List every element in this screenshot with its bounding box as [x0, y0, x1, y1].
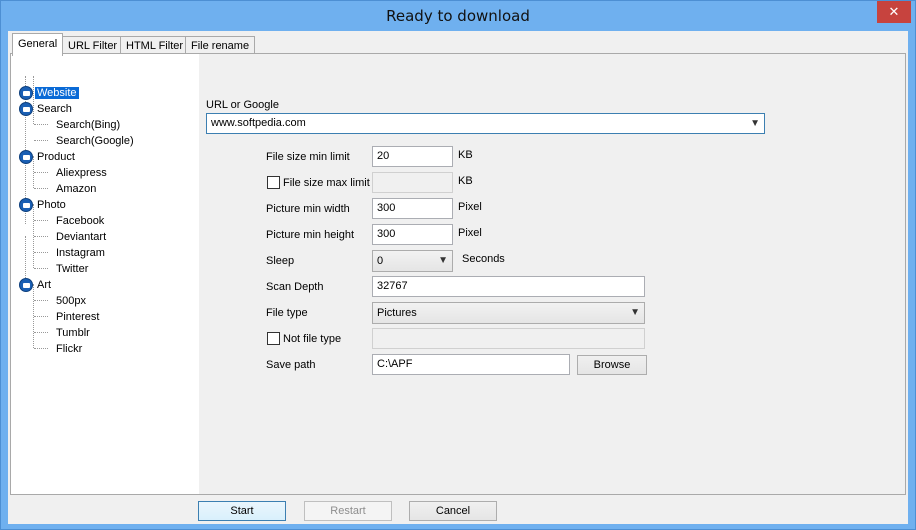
sleep-select[interactable]: 0 ▼ — [372, 250, 453, 272]
chevron-down-icon[interactable]: ▼ — [630, 303, 640, 322]
file-type-select[interactable]: Pictures ▼ — [372, 302, 645, 324]
tree-item-500px[interactable]: 500px — [54, 293, 88, 309]
picture-min-height-input[interactable]: 300 — [372, 224, 453, 245]
file-size-min-input[interactable]: 20 — [372, 146, 453, 167]
save-path-label: Save path — [266, 359, 316, 371]
tree-line — [34, 300, 48, 301]
folder-icon — [19, 150, 33, 164]
tree-item-instagram[interactable]: Instagram — [54, 245, 107, 261]
browse-button[interactable]: Browse — [577, 355, 647, 375]
picture-min-width-label: Picture min width — [266, 203, 350, 215]
tree-item-art[interactable]: Art — [35, 277, 53, 293]
url-combobox[interactable]: www.softpedia.com ▼ — [206, 113, 765, 134]
picture-min-width-unit: Pixel — [458, 201, 482, 213]
not-file-type-label: Not file type — [283, 333, 342, 345]
picture-min-height-unit: Pixel — [458, 227, 482, 239]
file-type-label: File type — [266, 307, 308, 319]
tree-item-product[interactable]: Product — [35, 149, 77, 165]
chevron-down-icon[interactable]: ▼ — [438, 251, 448, 270]
sleep-value: 0 — [377, 255, 384, 267]
tree-line — [34, 332, 48, 333]
folder-icon — [19, 278, 33, 292]
tree-line — [34, 140, 48, 141]
title-bar[interactable]: Ready to download ✕ — [1, 1, 915, 31]
file-size-min-unit: KB — [458, 149, 473, 161]
chevron-down-icon[interactable]: ▼ — [750, 114, 760, 133]
tree-line — [34, 316, 48, 317]
tab-general[interactable]: General — [12, 33, 64, 56]
url-label: URL or Google — [206, 99, 279, 111]
tree-item-photo[interactable]: Photo — [35, 197, 68, 213]
sleep-unit: Seconds — [462, 253, 505, 265]
tree-item-search[interactable]: Search — [35, 101, 74, 117]
tree-item-tumblr[interactable]: Tumblr — [54, 325, 92, 341]
file-size-max-label: File size max limit — [283, 177, 370, 189]
file-size-min-label: File size min limit — [266, 151, 350, 163]
start-button[interactable]: Start — [198, 501, 286, 521]
picture-min-width-input[interactable]: 300 — [372, 198, 453, 219]
tree-item-search-bing[interactable]: Search(Bing) — [54, 117, 122, 133]
app-window: Ready to download ✕ General URL Filter H… — [0, 0, 916, 530]
tree-line — [34, 236, 48, 237]
url-value: www.softpedia.com — [211, 117, 306, 129]
close-icon[interactable]: ✕ — [877, 1, 911, 23]
folder-icon — [19, 86, 33, 100]
category-tree[interactable]: Website Search Search(Bing) Search(Googl… — [11, 54, 199, 494]
bottom-button-bar: Start Restart Cancel — [8, 495, 908, 524]
file-size-max-input[interactable] — [372, 172, 453, 193]
folder-icon — [19, 198, 33, 212]
tree-item-search-google[interactable]: Search(Google) — [54, 133, 136, 149]
tree-line — [34, 268, 48, 269]
tree-item-flickr[interactable]: Flickr — [54, 341, 84, 357]
tree-line — [34, 124, 48, 125]
general-tab-page: Website Search Search(Bing) Search(Googl… — [10, 53, 906, 495]
tree-item-deviantart[interactable]: Deviantart — [54, 229, 108, 245]
file-type-value: Pictures — [377, 307, 417, 319]
not-file-type-checkbox[interactable] — [267, 332, 280, 345]
file-size-max-unit: KB — [458, 175, 473, 187]
sleep-label: Sleep — [266, 255, 295, 267]
tree-line — [34, 348, 48, 349]
scan-depth-label: Scan Depth — [266, 281, 324, 293]
tree-item-aliexpress[interactable]: Aliexpress — [54, 165, 109, 181]
tree-item-facebook[interactable]: Facebook — [54, 213, 106, 229]
save-path-input[interactable]: C:\APF — [372, 354, 570, 375]
tree-line — [34, 188, 48, 189]
tree-item-twitter[interactable]: Twitter — [54, 261, 90, 277]
tree-line — [33, 76, 34, 124]
tree-item-amazon[interactable]: Amazon — [54, 181, 98, 197]
tree-item-website[interactable]: Website — [35, 85, 79, 101]
cancel-button[interactable]: Cancel — [409, 501, 497, 521]
client-area: General URL Filter HTML Filter File rena… — [8, 31, 908, 524]
picture-min-height-label: Picture min height — [266, 229, 355, 241]
tree-line — [34, 252, 48, 253]
tree-line — [34, 172, 48, 173]
restart-button[interactable]: Restart — [304, 501, 392, 521]
scan-depth-input[interactable]: 32767 — [372, 276, 645, 297]
tree-line — [34, 220, 48, 221]
window-title: Ready to download — [386, 7, 530, 25]
tree-item-pinterest[interactable]: Pinterest — [54, 309, 101, 325]
not-file-type-input[interactable] — [372, 328, 645, 349]
folder-icon — [19, 102, 33, 116]
file-size-max-checkbox[interactable] — [267, 176, 280, 189]
